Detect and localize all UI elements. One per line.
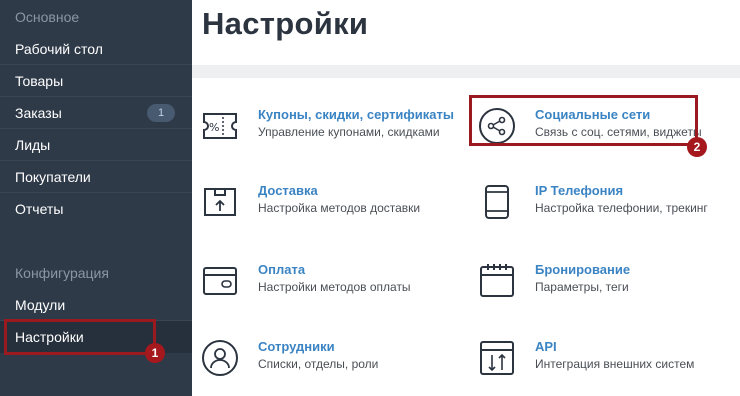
payment-card-icon bbox=[203, 267, 237, 295]
step-marker-1: 1 bbox=[145, 343, 165, 363]
delivery-box-icon bbox=[204, 188, 236, 216]
sidebar-item-label: Заказы bbox=[15, 105, 62, 121]
sidebar-item-orders[interactable]: Заказы 1 bbox=[0, 97, 192, 129]
api-icon bbox=[480, 341, 514, 375]
card-payment[interactable]: Оплата Настройки методов оплаты bbox=[201, 262, 471, 322]
sidebar-item-customers[interactable]: Покупатели bbox=[0, 161, 192, 193]
sidebar-item-leads[interactable]: Лиды bbox=[0, 129, 192, 161]
svg-text:%: % bbox=[209, 121, 219, 134]
sidebar-section-config: Конфигурация bbox=[15, 265, 109, 281]
sidebar-item-label: Модули bbox=[15, 297, 66, 313]
card-employees[interactable]: Сотрудники Списки, отделы, роли bbox=[201, 339, 471, 396]
card-title: IP Телефония bbox=[535, 183, 624, 198]
user-icon bbox=[202, 340, 238, 376]
card-desc: Интеграция внешних систем bbox=[535, 357, 695, 371]
card-title: Сотрудники bbox=[258, 339, 335, 354]
sidebar-item-label: Товары bbox=[15, 73, 64, 89]
card-desc: Настройки методов оплаты bbox=[258, 280, 411, 294]
step-marker-2: 2 bbox=[687, 137, 707, 157]
calendar-icon bbox=[480, 264, 514, 297]
sidebar-item-products[interactable]: Товары bbox=[0, 65, 192, 97]
card-booking[interactable]: Бронирование Параметры, теги bbox=[478, 262, 740, 322]
card-api[interactable]: API Интеграция внешних систем bbox=[478, 339, 740, 396]
card-title: Оплата bbox=[258, 262, 306, 277]
highlight-settings bbox=[4, 319, 156, 355]
card-delivery[interactable]: Доставка Настройка методов доставки bbox=[201, 183, 471, 243]
sidebar-item-dashboard[interactable]: Рабочий стол bbox=[0, 33, 192, 65]
sidebar-section-main: Основное bbox=[15, 9, 80, 25]
card-desc: Параметры, теги bbox=[535, 280, 629, 294]
sidebar-item-label: Лиды bbox=[15, 137, 51, 153]
card-desc: Управление купонами, скидками bbox=[258, 125, 440, 139]
sidebar-item-modules[interactable]: Модули bbox=[0, 289, 192, 321]
card-coupons[interactable]: % Купоны, скидки, сертификаты Управление… bbox=[201, 107, 471, 167]
sidebar-item-reports[interactable]: Отчеты bbox=[0, 193, 192, 225]
card-title: API bbox=[535, 339, 557, 354]
sidebar-item-label: Рабочий стол bbox=[15, 41, 103, 57]
sidebar-item-label: Отчеты bbox=[15, 201, 64, 217]
coupon-icon: % bbox=[203, 113, 237, 139]
card-desc: Настройка методов доставки bbox=[258, 201, 421, 215]
card-ip-telephony[interactable]: IP Телефония Настройка телефонии, трекин… bbox=[478, 183, 740, 243]
highlight-social-networks bbox=[469, 95, 698, 146]
card-title: Доставка bbox=[258, 183, 318, 198]
page-title: Настройки bbox=[202, 6, 369, 41]
sidebar-item-label: Покупатели bbox=[15, 169, 91, 185]
card-title: Бронирование bbox=[535, 262, 631, 277]
main-content: Настройки % Купоны, скидки, сертификаты … bbox=[192, 0, 740, 396]
card-desc: Списки, отделы, роли bbox=[258, 357, 379, 371]
header-divider bbox=[192, 65, 740, 78]
card-title: Купоны, скидки, сертификаты bbox=[258, 107, 454, 122]
card-desc: Настройка телефонии, трекинг bbox=[535, 201, 708, 215]
orders-count-badge: 1 bbox=[147, 104, 175, 122]
phone-icon bbox=[485, 185, 509, 219]
